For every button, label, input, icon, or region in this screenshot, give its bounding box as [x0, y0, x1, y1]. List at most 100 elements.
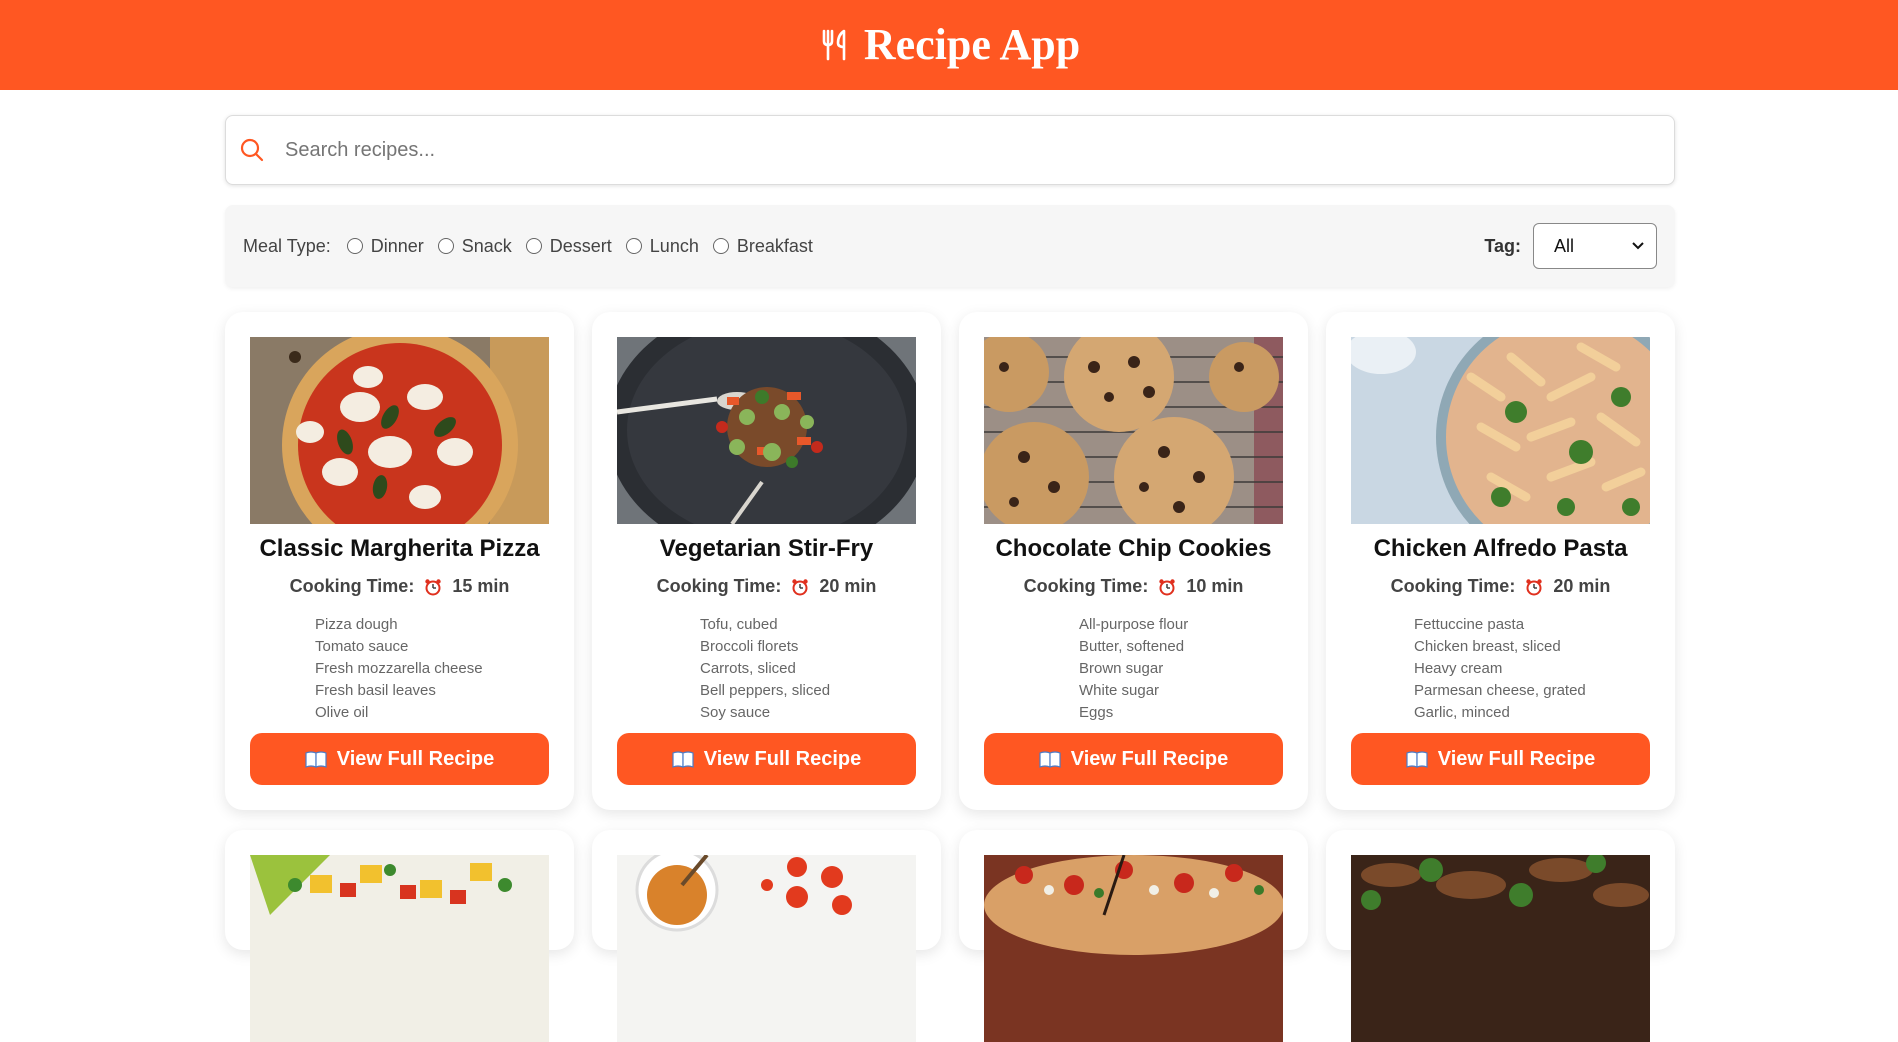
ingredient-item: Fresh mozzarella cheese [315, 660, 483, 677]
recipe-title: Chicken Alfredo Pasta [1373, 535, 1628, 562]
recipe-card: Vegetarian Stir-Fry Cooking Time: 20 min… [592, 312, 941, 810]
recipe-title: Classic Margherita Pizza [259, 535, 540, 562]
ingredient-item: Olive oil [315, 704, 369, 721]
recipe-image [984, 337, 1283, 524]
recipe-image [250, 337, 549, 524]
cooking-time: Cooking Time: 20 min [1326, 576, 1675, 597]
radio-button[interactable] [625, 238, 642, 254]
cooking-time-value: 10 min [1186, 576, 1244, 596]
recipe-card [225, 830, 574, 1042]
recipe-image [617, 337, 916, 524]
ingredient-item: Eggs [1079, 704, 1114, 721]
alarm-clock-icon [1526, 578, 1543, 595]
recipe-card: Chocolate Chip Cookies Cooking Time: 10 … [959, 312, 1308, 810]
ingredient-item: Heavy cream [1414, 660, 1503, 677]
cooking-time-value: 20 min [1553, 576, 1611, 596]
recipe-title: Chocolate Chip Cookies [995, 535, 1272, 562]
button-label: View Full Recipe [1070, 747, 1229, 770]
recipe-title: Vegetarian Stir-Fry [659, 535, 874, 562]
view-full-recipe-button[interactable]: View Full Recipe [984, 733, 1283, 785]
book-icon [305, 751, 327, 768]
ingredient-item: Garlic, minced [1414, 704, 1510, 721]
button-label: View Full Recipe [336, 747, 495, 770]
cooking-time: Cooking Time: 10 min [959, 576, 1308, 597]
cooking-time: Cooking Time: 20 min [592, 576, 941, 597]
radio-button[interactable] [525, 238, 542, 254]
recipe-image [250, 855, 549, 1042]
radio-button[interactable] [346, 238, 363, 254]
radio-label: Lunch [649, 235, 699, 256]
ingredient-item: Bell peppers, sliced [700, 682, 831, 699]
cooking-time-label: Cooking Time: [656, 576, 782, 596]
recipe-card: Classic Margherita Pizza Cooking Time: 1… [225, 312, 574, 810]
recipe-card: Chicken Alfredo Pasta Cooking Time: 20 m… [1326, 312, 1675, 810]
ingredient-item: Pizza dough [315, 616, 398, 633]
recipe-image [984, 855, 1283, 1042]
meal-type-option-lunch[interactable]: Lunch [625, 235, 699, 257]
ingredient-item: Tofu, cubed [700, 616, 778, 633]
ingredient-item: Soy sauce [700, 704, 771, 721]
ingredient-list: Pizza dough Tomato sauce Fresh mozzarell… [315, 614, 483, 724]
recipe-card [1326, 830, 1675, 1042]
view-full-recipe-button[interactable]: View Full Recipe [617, 733, 916, 785]
meal-type-option-dessert[interactable]: Dessert [525, 235, 612, 257]
view-full-recipe-button[interactable]: View Full Recipe [250, 733, 549, 785]
button-label: View Full Recipe [1437, 747, 1596, 770]
tag-label: Tag: [1484, 235, 1521, 256]
radio-label: Breakfast [736, 235, 813, 256]
utensils-icon [822, 29, 846, 61]
search-input[interactable] [285, 138, 1585, 162]
cooking-time-label: Cooking Time: [289, 576, 415, 596]
chevron-down-icon [1632, 242, 1644, 250]
app-title: Recipe App [863, 20, 1081, 69]
ingredient-item: Fettuccine pasta [1414, 616, 1525, 633]
filter-bar: Meal Type: Dinner Snack Dessert Lunch Br… [225, 205, 1675, 287]
ingredient-item: Brown sugar [1079, 660, 1164, 677]
meal-type-option-dinner[interactable]: Dinner [346, 235, 424, 257]
radio-label: Dinner [370, 235, 424, 256]
ingredient-item: Tomato sauce [315, 638, 409, 655]
view-full-recipe-button[interactable]: View Full Recipe [1351, 733, 1650, 785]
ingredient-list: Fettuccine pasta Chicken breast, sliced … [1414, 614, 1586, 724]
radio-label: Snack [461, 235, 512, 256]
ingredient-item: All-purpose flour [1079, 616, 1189, 633]
recipe-card [959, 830, 1308, 1042]
recipe-card [592, 830, 941, 1042]
ingredient-item: Chicken breast, sliced [1414, 638, 1561, 655]
alarm-clock-icon [1159, 578, 1176, 595]
book-icon [672, 751, 694, 768]
book-icon [1406, 751, 1428, 768]
ingredient-item: Carrots, sliced [700, 660, 796, 677]
recipe-image [617, 855, 916, 1042]
radio-button[interactable] [437, 238, 454, 254]
cooking-time: Cooking Time: 15 min [225, 576, 574, 597]
search-bar[interactable] [225, 115, 1675, 185]
ingredient-item: Butter, softened [1079, 638, 1185, 655]
meal-type-option-breakfast[interactable]: Breakfast [712, 235, 813, 257]
tag-filter: Tag: All [1484, 223, 1657, 269]
radio-button[interactable] [712, 238, 729, 254]
search-icon [240, 138, 264, 162]
radio-label: Dessert [549, 235, 612, 256]
ingredient-list: All-purpose flour Butter, softened Brown… [1079, 614, 1188, 724]
ingredient-item: Broccoli florets [700, 638, 799, 655]
recipe-image [1351, 337, 1650, 524]
ingredient-list: Tofu, cubed Broccoli florets Carrots, sl… [700, 614, 830, 724]
meal-type-option-snack[interactable]: Snack [437, 235, 512, 257]
ingredient-item: Parmesan cheese, grated [1414, 682, 1586, 699]
ingredient-item: Fresh basil leaves [315, 682, 436, 699]
meal-type-label: Meal Type: [243, 235, 331, 256]
cooking-time-value: 20 min [819, 576, 877, 596]
recipe-image [1351, 855, 1650, 1042]
ingredient-item: White sugar [1079, 682, 1160, 699]
button-label: View Full Recipe [703, 747, 862, 770]
alarm-clock-icon [425, 578, 442, 595]
app-header: Recipe App [0, 0, 1898, 90]
alarm-clock-icon [792, 578, 809, 595]
cooking-time-value: 15 min [452, 576, 510, 596]
cooking-time-label: Cooking Time: [1390, 576, 1516, 596]
tag-select[interactable]: All [1533, 223, 1657, 269]
tag-select-value: All [1554, 235, 1575, 256]
book-icon [1039, 751, 1061, 768]
cooking-time-label: Cooking Time: [1023, 576, 1149, 596]
